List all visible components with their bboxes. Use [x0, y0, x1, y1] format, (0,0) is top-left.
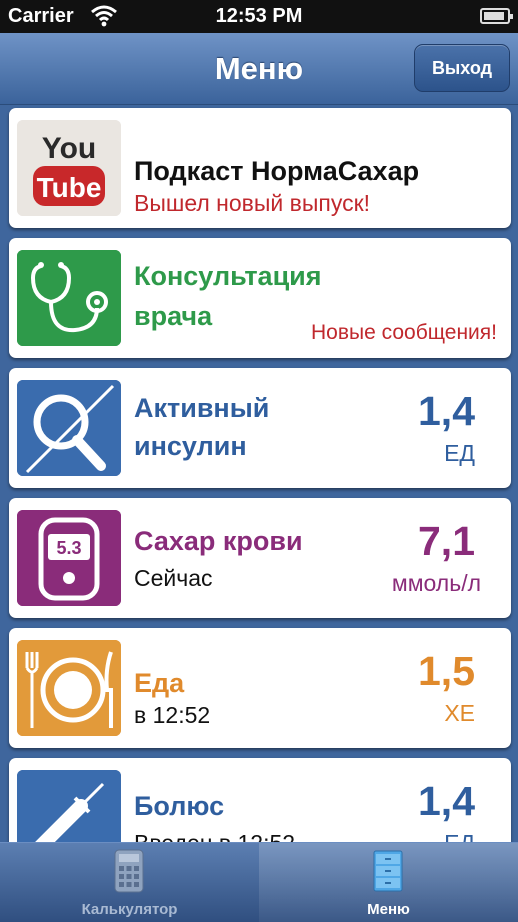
tab-calculator[interactable]: Калькулятор	[0, 843, 259, 922]
menu-list[interactable]: You Tube Подкаст НормаСахар Вышел новый …	[0, 105, 518, 842]
tab-calculator-label: Калькулятор	[81, 901, 178, 918]
menu-item-bolus[interactable]: Болюс Введен в 12:52 1,4 ЕД	[9, 758, 511, 842]
active-insulin-icon	[17, 380, 121, 476]
bolus-title: Болюс	[134, 791, 225, 821]
svg-text:5.3: 5.3	[56, 538, 81, 558]
blood-sugar-subtitle: Сейчас	[134, 565, 213, 591]
tab-menu-label: Меню	[367, 901, 410, 918]
active-insulin-value: 1,4	[418, 388, 475, 434]
food-subtitle: в 12:52	[134, 702, 211, 728]
consultation-title-line2: врача	[134, 301, 213, 331]
cabinet-icon	[368, 849, 408, 893]
menu-item-blood-sugar[interactable]: 5.3 Сахар крови Сейчас 7,1 ммоль/л	[9, 498, 511, 618]
tab-bar: Калькулятор Меню	[0, 842, 518, 922]
youtube-icon: You Tube	[17, 120, 121, 216]
calculator-icon	[109, 849, 149, 893]
stethoscope-icon	[17, 250, 121, 346]
glucometer-icon: 5.3	[17, 510, 121, 606]
menu-item-consultation[interactable]: Консультация врача Новые сообщения!	[9, 238, 511, 358]
status-bar: Carrier 12:53 PM	[0, 0, 518, 33]
menu-item-podcast[interactable]: You Tube Подкаст НормаСахар Вышел новый …	[9, 108, 511, 228]
podcast-subtitle: Вышел новый выпуск!	[134, 190, 371, 216]
podcast-title: Подкаст НормаСахар	[134, 156, 420, 186]
plate-icon	[17, 640, 121, 736]
food-unit: ХЕ	[444, 700, 475, 726]
blood-sugar-unit: ммоль/л	[391, 570, 481, 596]
logout-button[interactable]: Выход	[414, 44, 510, 92]
syringe-icon	[17, 770, 121, 842]
menu-item-active-insulin[interactable]: Активный инсулин 1,4 ЕД	[9, 368, 511, 488]
consultation-title-line1: Консультация	[134, 261, 322, 291]
food-value: 1,5	[418, 648, 475, 694]
bolus-value: 1,4	[418, 778, 475, 824]
clock: 12:53 PM	[215, 5, 303, 27]
svg-text:Tube: Tube	[37, 172, 102, 203]
active-insulin-title-line2: инсулин	[134, 431, 247, 461]
food-title: Еда	[134, 668, 185, 698]
blood-sugar-title: Сахар крови	[134, 526, 303, 556]
bolus-unit: ЕД	[444, 830, 475, 842]
bolus-subtitle: Введен в 12:52	[134, 828, 295, 842]
svg-text:You: You	[42, 132, 96, 165]
blood-sugar-value: 7,1	[418, 518, 475, 564]
active-insulin-title-line1: Активный	[134, 393, 270, 423]
active-insulin-unit: ЕД	[444, 440, 475, 466]
new-messages-badge: Новые сообщения!	[311, 321, 497, 344]
tab-menu[interactable]: Меню	[259, 843, 518, 922]
menu-item-food[interactable]: Еда в 12:52 1,5 ХЕ	[9, 628, 511, 748]
battery-icon	[480, 8, 513, 24]
nav-bar: Меню Выход	[0, 33, 518, 105]
